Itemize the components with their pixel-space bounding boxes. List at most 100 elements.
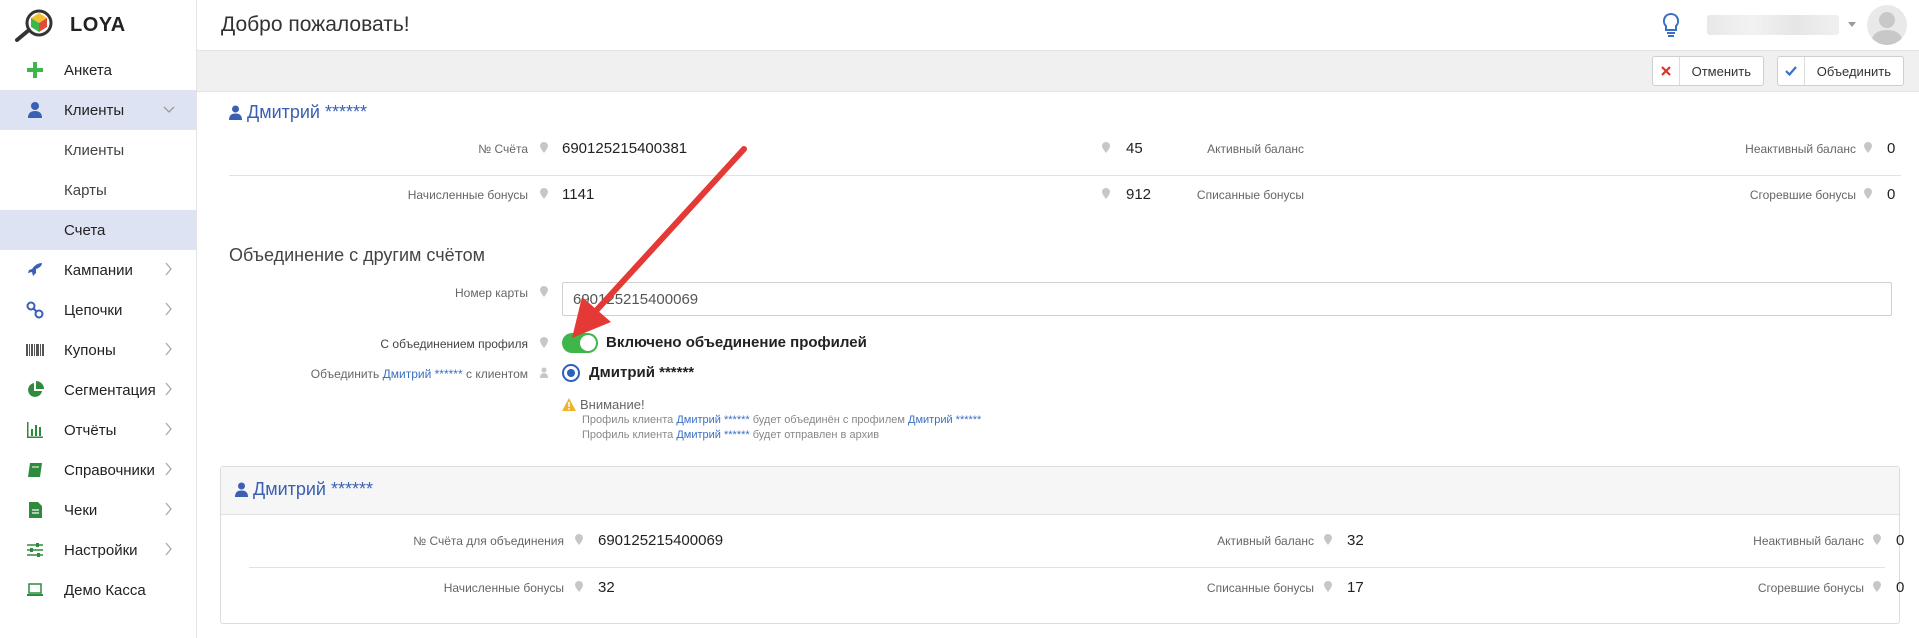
- sidebar-item-receipts[interactable]: Чеки: [0, 490, 196, 530]
- target-client-link[interactable]: Дмитрий ******: [235, 479, 373, 500]
- avatar[interactable]: [1867, 5, 1907, 45]
- field-label: Неактивный баланс: [1753, 534, 1864, 548]
- field-label: Сгоревшие бонусы: [1749, 188, 1856, 202]
- sidebar-item-label: Сегментация: [64, 381, 156, 399]
- client-link[interactable]: Дмитрий ******: [383, 367, 463, 381]
- main-content: Дмитрий ****** № Счёта 690125215400381 А…: [197, 92, 1919, 638]
- sidebar-item-settings[interactable]: Настройки: [0, 530, 196, 570]
- user-icon: [229, 105, 242, 120]
- sidebar-item-campaigns[interactable]: Кампании: [0, 250, 196, 290]
- merge-client-radio[interactable]: [562, 364, 580, 382]
- map-pin-icon: [575, 581, 583, 592]
- client-link[interactable]: Дмитрий ******: [676, 414, 749, 426]
- card-number-label: Номер карты: [455, 286, 528, 300]
- accrued-bonuses-value: 1141: [562, 186, 595, 203]
- sidebar-item-coupons[interactable]: Купоны: [0, 330, 196, 370]
- user-name-blurred[interactable]: [1707, 15, 1839, 35]
- chevron-right-icon: [165, 422, 172, 436]
- user-icon: [28, 102, 42, 118]
- target-account-card: Дмитрий ****** № Счёта для объединения 6…: [220, 466, 1904, 624]
- sidebar: LOYA Анкета Клиенты Клиенты Карты Счета …: [0, 0, 197, 638]
- user-icon: [235, 482, 248, 497]
- sidebar-item-label: Цепочки: [64, 301, 123, 319]
- field-label: № Счёта: [478, 142, 528, 156]
- sidebar-item-references[interactable]: Справочники: [0, 450, 196, 490]
- barcode-icon: [26, 344, 44, 356]
- map-pin-icon: [1873, 581, 1881, 592]
- person-icon: [540, 367, 548, 378]
- bar-chart-icon: [27, 422, 43, 438]
- chevron-right-icon: [165, 382, 172, 396]
- receipt-icon: [29, 502, 42, 518]
- client-link[interactable]: Дмитрий ******: [676, 429, 749, 441]
- field-label: № Счёта для объединения: [413, 534, 564, 548]
- chevron-right-icon: [165, 502, 172, 516]
- field-label: Списанные бонусы: [1206, 581, 1314, 595]
- sidebar-item-label: Кампании: [64, 261, 133, 279]
- active-balance-value: 32: [1347, 532, 1364, 549]
- app-name: LOYA: [70, 14, 126, 36]
- map-pin-icon: [540, 142, 548, 153]
- chevron-right-icon: [165, 302, 172, 316]
- lightbulb-icon[interactable]: [1661, 12, 1681, 38]
- profile-merge-toggle[interactable]: [562, 333, 598, 353]
- sidebar-item-label: Отчёты: [64, 421, 117, 439]
- sidebar-item-clients[interactable]: Клиенты: [0, 90, 196, 130]
- warning-box: Внимание!: [562, 397, 645, 412]
- sidebar-subitem-clients[interactable]: Клиенты: [0, 130, 196, 170]
- plus-icon: [27, 62, 43, 78]
- field-label: Активный баланс: [1207, 142, 1304, 156]
- sidebar-subitem-cards[interactable]: Карты: [0, 170, 196, 210]
- field-label: Начисленные бонусы: [407, 188, 528, 202]
- chevron-right-icon: [165, 342, 172, 356]
- inactive-balance-value: 0: [1896, 532, 1905, 549]
- chevron-right-icon: [165, 262, 172, 276]
- target-account-card-header: Дмитрий ******: [221, 467, 1899, 515]
- merge-note-2: Профиль клиента Дмитрий ****** будет отп…: [582, 429, 880, 441]
- sidebar-item-anketa[interactable]: Анкета: [0, 50, 196, 90]
- map-pin-icon: [1324, 534, 1332, 545]
- sidebar-item-demo-pos[interactable]: Демо Касса: [0, 570, 196, 610]
- active-balance-value: 45: [1126, 140, 1143, 157]
- sidebar-item-segmentation[interactable]: Сегментация: [0, 370, 196, 410]
- card-number-input[interactable]: [562, 282, 1892, 316]
- sidebar-item-reports[interactable]: Отчёты: [0, 410, 196, 450]
- inactive-balance-value: 0: [1887, 140, 1896, 157]
- source-client-name: Дмитрий ******: [247, 102, 368, 122]
- map-pin-icon: [575, 534, 583, 545]
- close-icon: [1661, 66, 1671, 76]
- top-header: Добро пожаловать!: [197, 0, 1919, 51]
- merge-button[interactable]: Объединить: [1777, 56, 1904, 86]
- logo[interactable]: LOYA: [0, 0, 196, 51]
- field-label: Начисленные бонусы: [443, 581, 564, 595]
- expired-bonuses-value: 0: [1887, 186, 1896, 203]
- account-number-value: 690125215400381: [562, 140, 688, 157]
- accrued-bonuses-value: 32: [598, 579, 615, 596]
- sidebar-item-label: Чеки: [64, 501, 98, 519]
- spent-bonuses-value: 17: [1347, 579, 1364, 596]
- merge-client-radio-label: Дмитрий ******: [589, 364, 695, 381]
- sidebar-item-label: Справочники: [64, 461, 155, 479]
- map-pin-icon: [1102, 188, 1110, 199]
- chevron-down-icon: [163, 106, 175, 113]
- sidebar-subitem-accounts[interactable]: Счета: [0, 210, 196, 250]
- cancel-button-label: Отменить: [1691, 63, 1751, 79]
- map-pin-icon: [540, 188, 548, 199]
- caret-down-icon[interactable]: [1848, 22, 1856, 27]
- field-label: Активный баланс: [1217, 534, 1314, 548]
- spent-bonuses-value: 912: [1126, 186, 1152, 203]
- target-client-name: Дмитрий ******: [253, 479, 374, 499]
- cancel-button[interactable]: Отменить: [1652, 56, 1764, 86]
- divider: [229, 175, 1901, 176]
- page-title: Добро пожаловать!: [221, 13, 410, 36]
- pie-chart-icon: [28, 381, 44, 397]
- source-client-link[interactable]: Дмитрий ******: [229, 102, 367, 123]
- logo-icon: [15, 9, 53, 42]
- chevron-right-icon: [165, 542, 172, 556]
- chain-icon: [26, 301, 44, 319]
- field-label: Неактивный баланс: [1745, 142, 1856, 156]
- client-link[interactable]: Дмитрий ******: [908, 414, 981, 426]
- sidebar-item-chains[interactable]: Цепочки: [0, 290, 196, 330]
- sidebar-item-label: Анкета: [64, 61, 112, 79]
- map-pin-icon: [540, 337, 548, 348]
